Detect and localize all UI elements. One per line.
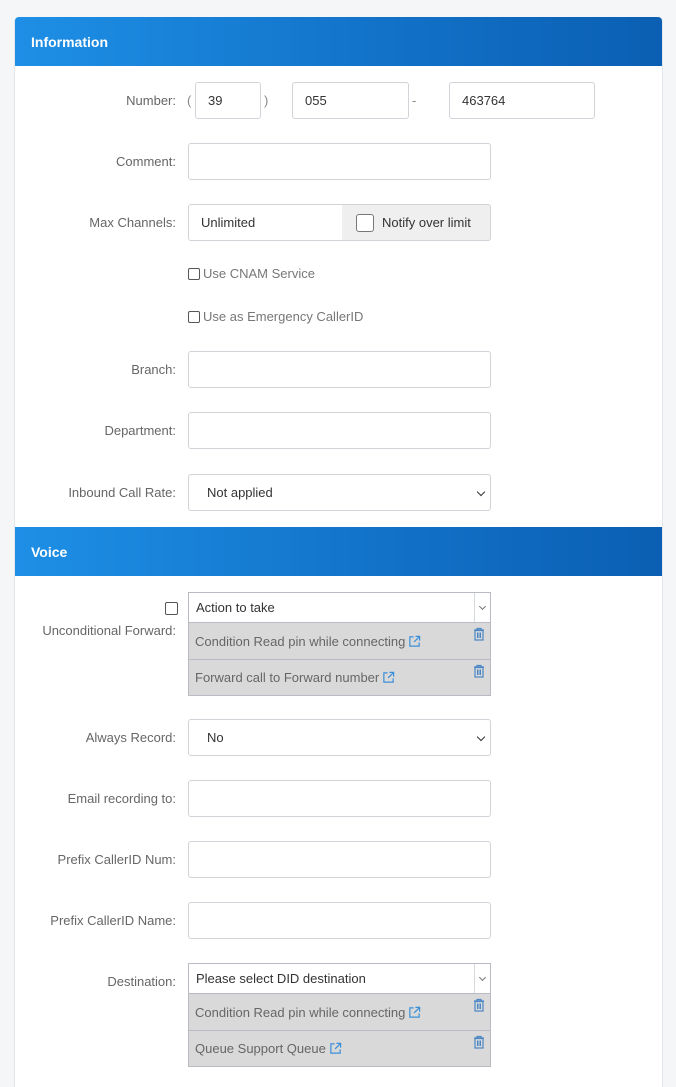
destination-item: Condition Read pin while connecting [189, 994, 490, 1030]
unconditional-action-select-value: Action to take [196, 600, 275, 615]
action-item: Forward call to Forward number [189, 659, 490, 695]
external-link-icon[interactable] [382, 671, 395, 684]
destination-select[interactable]: Please select DID destination [189, 964, 490, 994]
voice-panel: Voice Unconditional Forward: Action to t… [14, 527, 663, 1087]
prefix-callerid-num-label: Prefix CallerID Num: [57, 852, 176, 867]
max-channels-label: Max Channels: [89, 215, 176, 230]
number-label: Number: [126, 93, 176, 108]
unconditional-action-select[interactable]: Action to take [189, 593, 490, 623]
branch-input[interactable] [188, 351, 491, 388]
information-header: Information [15, 17, 662, 66]
use-cnam-checkbox[interactable] [188, 267, 200, 280]
information-panel: Information Number: ( 39 ) 055 - 463764 … [14, 17, 663, 527]
prefix-callerid-name-input[interactable] [188, 902, 491, 939]
number-prefix-input[interactable]: 055 [292, 82, 409, 119]
unconditional-forward-checkbox[interactable] [165, 602, 178, 615]
external-link-icon[interactable] [408, 1006, 421, 1019]
notify-over-limit-toggle[interactable]: Notify over limit [342, 204, 491, 241]
notify-over-limit-checkbox[interactable] [356, 213, 374, 232]
department-input[interactable] [188, 412, 491, 449]
trash-icon[interactable] [473, 627, 485, 641]
prefix-callerid-name-label: Prefix CallerID Name: [50, 913, 176, 928]
destination-item-label: Condition Read pin while connecting [195, 1004, 406, 1020]
number-dash: - [412, 93, 417, 108]
always-record-select[interactable]: No [188, 719, 491, 756]
department-label: Department: [104, 423, 176, 438]
comment-input[interactable] [188, 143, 491, 180]
prefix-callerid-num-input[interactable] [188, 841, 491, 878]
always-record-value: No [207, 730, 224, 745]
inbound-rate-value: Not applied [207, 485, 273, 500]
email-recording-label: Email recording to: [67, 791, 176, 806]
comment-label: Comment: [116, 154, 176, 169]
external-link-icon[interactable] [329, 1042, 342, 1055]
use-emergency-checkbox[interactable] [188, 310, 200, 323]
email-recording-input[interactable] [188, 780, 491, 817]
paren-close: ) [264, 93, 269, 108]
action-item: Condition Read pin while connecting [189, 623, 490, 659]
use-emergency-row[interactable]: Use as Emergency CallerID [188, 309, 363, 324]
use-cnam-row[interactable]: Use CNAM Service [188, 266, 315, 281]
destination-select-value: Please select DID destination [196, 971, 366, 986]
inbound-rate-select[interactable]: Not applied [188, 474, 491, 511]
number-line-input[interactable]: 463764 [449, 82, 595, 119]
paren-open: ( [187, 93, 192, 108]
use-emergency-label: Use as Emergency CallerID [203, 309, 364, 324]
max-channels-input[interactable]: Unlimited [188, 204, 343, 241]
notify-over-limit-label: Notify over limit [382, 215, 471, 230]
unconditional-forward-label: Unconditional Forward: [42, 623, 176, 638]
voice-header: Voice [15, 527, 662, 576]
branch-label: Branch: [131, 362, 176, 377]
trash-icon[interactable] [473, 998, 485, 1012]
trash-icon[interactable] [473, 1035, 485, 1049]
destination-label: Destination: [107, 974, 176, 989]
unconditional-forward-actions: Action to take Condition Read pin while … [188, 592, 491, 696]
always-record-label: Always Record: [85, 730, 176, 745]
action-item-label: Condition Read pin while connecting [195, 633, 406, 649]
chevron-down-icon[interactable] [474, 964, 490, 993]
destination-actions: Please select DID destination Condition … [188, 963, 491, 1067]
inbound-rate-label: Inbound Call Rate: [68, 485, 176, 500]
external-link-icon[interactable] [408, 635, 421, 648]
destination-item-label: Queue Support Queue [195, 1041, 326, 1056]
number-area-input[interactable]: 39 [195, 82, 261, 119]
chevron-down-icon[interactable] [474, 593, 490, 622]
use-cnam-label: Use CNAM Service [203, 266, 315, 281]
action-item-label: Forward call to Forward number [195, 670, 380, 685]
trash-icon[interactable] [473, 664, 485, 678]
destination-item: Queue Support Queue [189, 1030, 490, 1066]
